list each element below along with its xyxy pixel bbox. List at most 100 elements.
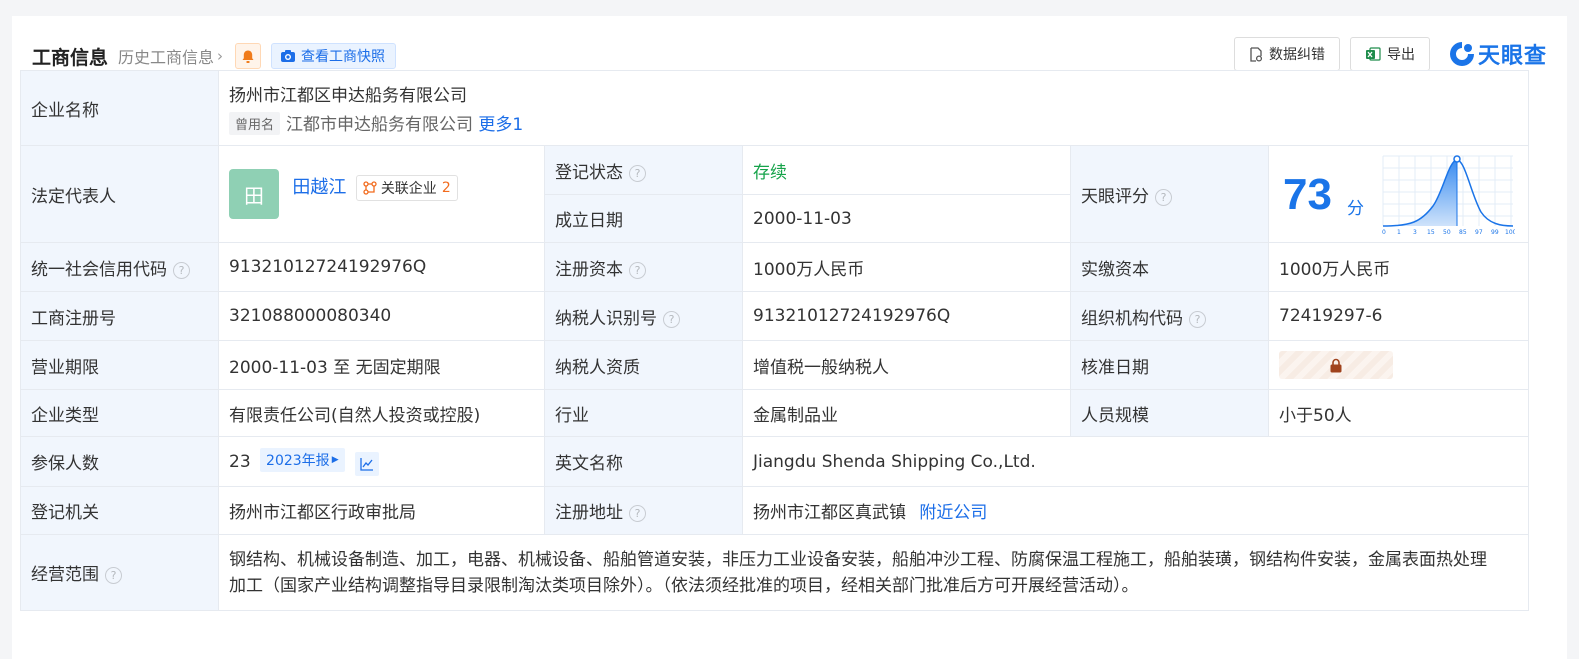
scope-label: 经营范围 bbox=[31, 565, 99, 585]
axis-tick-label: 85 bbox=[1459, 229, 1467, 236]
related-companies-button[interactable]: 关联企业 2 bbox=[355, 175, 458, 201]
table-row: 参保人数 23 2023年报 ▶ 英文名称 Jiangdu Shenda Ship… bbox=[20, 436, 1530, 487]
score-widget[interactable]: 73 分 0 1 3 15 50 85 97 99 100 bbox=[1269, 146, 1528, 242]
reg-capital-label-cell: 注册资本? bbox=[544, 242, 743, 292]
axis-tick-label: 1 bbox=[1397, 229, 1401, 236]
data-correction-button[interactable]: 数据纠错 bbox=[1233, 37, 1340, 71]
help-icon[interactable]: ? bbox=[1189, 310, 1206, 328]
help-icon[interactable]: ? bbox=[629, 505, 646, 522]
company-type-value: 有限责任公司(自然人投资或控股) bbox=[218, 389, 545, 437]
term-label: 营业期限 bbox=[20, 340, 219, 390]
address-value: 扬州市江都区真武镇 bbox=[753, 503, 906, 523]
locked-value[interactable] bbox=[1279, 351, 1393, 379]
legal-rep-cell: 田 田越江 关联企业 2 bbox=[218, 145, 545, 243]
axis-tick-label: 99 bbox=[1491, 229, 1499, 236]
help-icon[interactable]: ? bbox=[173, 261, 190, 279]
score-distribution-chart: 0 1 3 15 50 85 97 99 100 bbox=[1382, 155, 1515, 236]
export-label: 导出 bbox=[1386, 47, 1415, 63]
section-title: 工商信息 bbox=[32, 46, 109, 69]
company-name: 扬州市江都区申达船务有限公司 bbox=[229, 86, 467, 106]
score-cell: 73 分 0 1 3 15 50 85 97 99 100 bbox=[1267, 145, 1530, 243]
paid-capital-value: 1000万人民币 bbox=[1267, 242, 1530, 292]
camera-icon bbox=[281, 50, 296, 62]
score-value: 73 bbox=[1283, 170, 1332, 219]
avatar[interactable]: 田 bbox=[229, 169, 279, 219]
table-row: 登记机关 扬州市江都区行政审批局 注册地址? 扬州市江都区真武镇 附近公司 bbox=[20, 486, 1530, 535]
network-icon bbox=[363, 181, 377, 195]
table-row: 工商注册号 321088000080340 纳税人识别号? 9132101272… bbox=[20, 291, 1530, 341]
axis-tick-label: 15 bbox=[1427, 229, 1435, 236]
reg-number-label: 工商注册号 bbox=[20, 291, 219, 341]
org-code-label: 组织机构代码 bbox=[1081, 308, 1183, 329]
business-info-table: 企业名称 扬州市江都区申达船务有限公司 曾用名 江都市申达船务有限公司 更多1 法… bbox=[20, 70, 1530, 611]
axis-tick-label: 3 bbox=[1413, 229, 1417, 236]
staff-value: 小于50人 bbox=[1267, 389, 1530, 437]
industry-label: 行业 bbox=[544, 389, 743, 437]
credit-code-value: 91321012724192976Q bbox=[218, 242, 545, 292]
trend-chart-icon bbox=[360, 457, 374, 471]
company-type-label: 企业类型 bbox=[20, 389, 219, 437]
axis-tick-label: 50 bbox=[1443, 229, 1451, 236]
insured-cell: 23 2023年报 ▶ bbox=[218, 436, 545, 487]
reg-number-value: 321088000080340 bbox=[218, 291, 545, 341]
snapshot-label: 查看工商快照 bbox=[301, 49, 386, 65]
history-info-link[interactable]: 历史工商信息 › bbox=[118, 44, 223, 68]
legal-rep-label: 法定代表人 bbox=[20, 145, 219, 243]
scope-label-cell: 经营范围? bbox=[20, 534, 219, 611]
org-code-label-cell: 组织机构代码? bbox=[1070, 291, 1269, 341]
more-former-names-link[interactable]: 更多1 bbox=[478, 115, 523, 135]
established-label: 成立日期 bbox=[544, 194, 743, 243]
nearby-companies-link[interactable]: 附近公司 bbox=[919, 503, 987, 523]
help-icon[interactable]: ? bbox=[663, 310, 680, 328]
address-label-cell: 注册地址? bbox=[544, 486, 743, 535]
english-name-label: 英文名称 bbox=[544, 436, 743, 487]
caret-right-icon: ▶ bbox=[331, 454, 339, 465]
score-label-cell: 天眼评分? bbox=[1070, 145, 1269, 243]
company-name-cell: 扬州市江都区申达船务有限公司 曾用名 江都市申达船务有限公司 更多1 bbox=[217, 70, 1530, 146]
org-code-value: 72419297-6 bbox=[1267, 291, 1530, 341]
tianyancha-logo-icon bbox=[1449, 42, 1474, 66]
snapshot-button[interactable]: 查看工商快照 bbox=[271, 43, 397, 69]
scope-line: 加工（国家产业结构调整指导目录限制淘汰类项目除外）。（依法须经批准的项目，经相关… bbox=[229, 575, 1139, 596]
status-value-cell: 存续 bbox=[742, 145, 1071, 195]
axis-tick-label: 97 bbox=[1475, 229, 1483, 236]
credit-code-label: 统一社会信用代码 bbox=[31, 259, 167, 280]
table-row: 企业类型 有限责任公司(自然人投资或控股) 行业 金属制品业 人员规模 小于50… bbox=[20, 389, 1530, 437]
english-name-value: Jiangdu Shenda Shipping Co.,Ltd. bbox=[741, 436, 1530, 487]
tax-qual-value: 增值税一般纳税人 bbox=[742, 340, 1071, 390]
score-unit: 分 bbox=[1347, 199, 1364, 219]
taxpayer-id-label-cell: 纳税人识别号? bbox=[544, 291, 743, 341]
help-icon[interactable]: ? bbox=[1155, 188, 1172, 206]
related-companies-label: 关联企业 bbox=[380, 181, 437, 197]
help-icon[interactable]: ? bbox=[105, 567, 122, 584]
related-companies-count: 2 bbox=[441, 180, 451, 196]
staff-label: 人员规模 bbox=[1070, 389, 1269, 437]
former-name-tag: 曾用名 bbox=[229, 112, 281, 135]
address-label: 注册地址 bbox=[555, 503, 623, 523]
taxpayer-id-label: 纳税人识别号 bbox=[555, 308, 657, 329]
export-button[interactable]: 导出 bbox=[1349, 37, 1430, 71]
annual-report-label: 2023年报 bbox=[266, 452, 330, 469]
former-name: 江都市申达船务有限公司 bbox=[286, 115, 474, 135]
tianyancha-logo[interactable]: 天眼查 bbox=[1448, 38, 1547, 70]
approve-date-label: 核准日期 bbox=[1070, 340, 1269, 390]
history-info-label: 历史工商信息 bbox=[118, 48, 215, 67]
bell-icon[interactable] bbox=[235, 43, 262, 69]
trend-chart-button[interactable] bbox=[355, 451, 380, 476]
paid-capital-label: 实缴资本 bbox=[1070, 242, 1269, 292]
help-icon[interactable]: ? bbox=[629, 164, 646, 182]
legal-rep-name-link[interactable]: 田越江 bbox=[292, 177, 346, 198]
table-row: 营业期限 2000-11-03 至 无固定期限 纳税人资质 增值税一般纳税人 核… bbox=[20, 340, 1530, 390]
scope-line: 钢结构、机械设备制造、加工，电器、机械设备、船舶管道安装，非压力工业设备安装，船… bbox=[229, 549, 1487, 570]
annual-report-button[interactable]: 2023年报 ▶ bbox=[260, 447, 345, 472]
help-icon[interactable]: ? bbox=[629, 261, 646, 279]
approve-date-cell bbox=[1267, 340, 1530, 390]
score-label: 天眼评分 bbox=[1081, 186, 1149, 207]
header-tools: 数据纠错 导出 天眼查 bbox=[1224, 37, 1547, 71]
credit-code-label-cell: 统一社会信用代码? bbox=[20, 242, 219, 292]
insured-label: 参保人数 bbox=[20, 436, 219, 487]
address-cell: 扬州市江都区真武镇 附近公司 bbox=[741, 486, 1530, 535]
excel-icon bbox=[1365, 47, 1381, 61]
table-row: 经营范围? 钢结构、机械设备制造、加工，电器、机械设备、船舶管道安装，非压力工业… bbox=[20, 534, 1530, 611]
logo-text: 天眼查 bbox=[1477, 44, 1547, 69]
